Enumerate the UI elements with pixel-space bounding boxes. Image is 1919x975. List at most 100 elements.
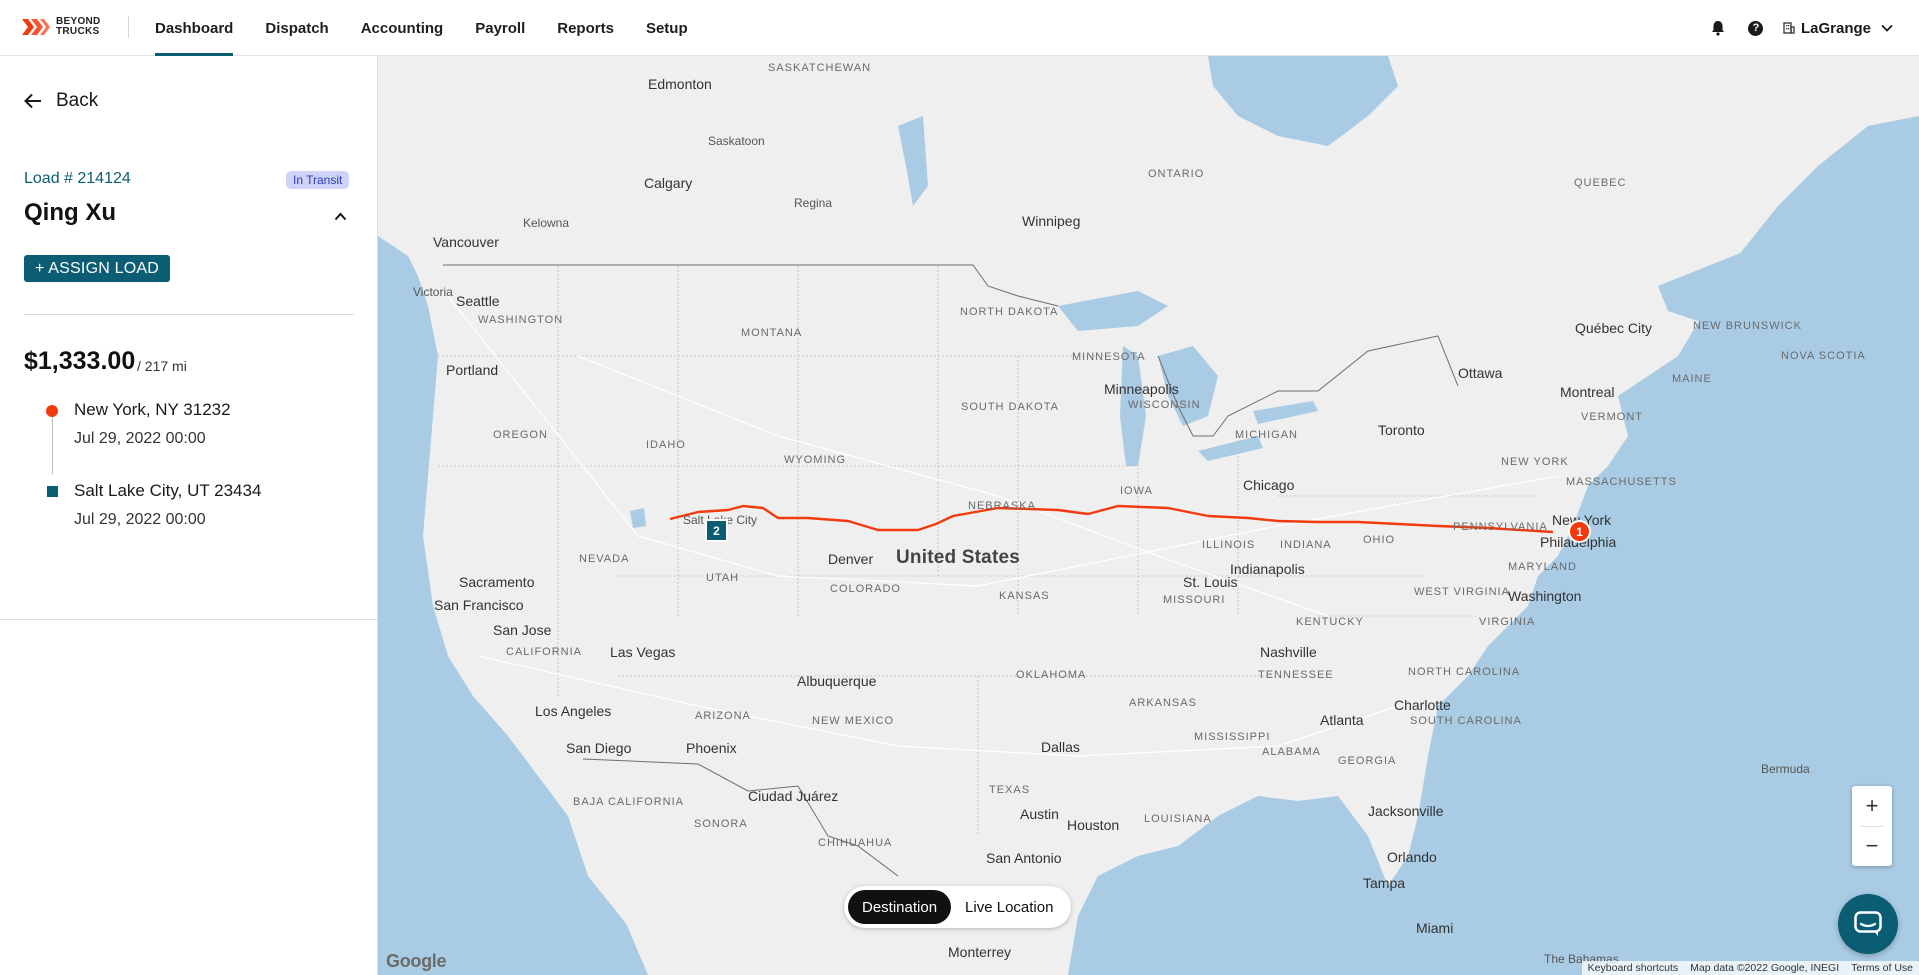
map-label-indiana: INDIANA: [1280, 539, 1332, 551]
destination-toggle[interactable]: Destination: [848, 890, 952, 924]
map-label-south-dakota: SOUTH DAKOTA: [961, 401, 1059, 413]
building-icon: [1783, 22, 1795, 34]
collapse-button[interactable]: [334, 208, 347, 226]
help-icon[interactable]: ?: [1747, 19, 1765, 37]
map-label-utah: UTAH: [706, 572, 740, 584]
map-label-new-mexico: NEW MEXICO: [812, 715, 895, 727]
load-distance: / 217 mi: [137, 358, 187, 374]
map-label-toronto: Toronto: [1378, 422, 1425, 438]
google-logo: Google: [386, 951, 447, 971]
map-label-las-vegas: Las Vegas: [610, 644, 676, 660]
panel-bottom-divider: [0, 619, 378, 620]
nav-payroll[interactable]: Payroll: [459, 0, 541, 56]
map-label-louisiana: LOUISIANA: [1144, 813, 1212, 825]
map-label-chihuahua: CHIHUAHUA: [818, 837, 893, 849]
status-badge: In Transit: [286, 171, 350, 189]
map-label-edmonton: Edmonton: [648, 76, 712, 92]
map-label-indianapolis: Indianapolis: [1230, 561, 1305, 577]
map-label-oklahoma: OKLAHOMA: [1016, 669, 1087, 681]
origin-stop-dot-icon: [46, 405, 58, 417]
map-label-arizona: ARIZONA: [695, 710, 751, 722]
map-label-united-states: United States: [896, 547, 1021, 568]
map-label-georgia: GEORGIA: [1338, 755, 1397, 767]
back-button[interactable]: Back: [24, 90, 98, 112]
header-actions: ? LaGrange: [1689, 0, 1893, 56]
map-label-maine: MAINE: [1672, 373, 1712, 385]
chevron-down-icon: [1881, 24, 1893, 32]
map-label-wisconsin: WISCONSIN: [1128, 399, 1201, 411]
load-price: $1,333.00: [24, 347, 136, 375]
map-label-san-jose: San Jose: [493, 622, 552, 638]
map-label-colorado: COLORADO: [830, 583, 901, 595]
map-data-credit: Map data ©2022 Google, INEGI: [1690, 962, 1840, 974]
map-label-vancouver: Vancouver: [433, 234, 499, 250]
brand-logo-mark-icon: [22, 19, 50, 35]
map-label-chicago: Chicago: [1243, 477, 1295, 493]
map-label-st-louis: St. Louis: [1183, 574, 1238, 590]
nav-dispatch[interactable]: Dispatch: [249, 0, 344, 56]
map-label-saskatoon: Saskatoon: [708, 134, 765, 148]
map-label-nevada: NEVADA: [579, 553, 630, 565]
map-label-dallas: Dallas: [1041, 739, 1080, 755]
map-attribution: Keyboard shortcuts Map data ©2022 Google…: [1581, 961, 1919, 975]
map-label-ontario: ONTARIO: [1148, 168, 1205, 180]
nav-setup[interactable]: Setup: [630, 0, 704, 56]
back-label: Back: [56, 90, 99, 111]
map-label-phoenix: Phoenix: [686, 740, 737, 756]
map-label-new-york-state: NEW YORK: [1501, 456, 1569, 468]
keyboard-shortcuts-link[interactable]: Keyboard shortcuts: [1582, 961, 1684, 975]
map-label-saskatchewan: SASKATCHEWAN: [768, 62, 872, 74]
chevron-up-icon: [334, 212, 347, 221]
map-label-winnipeg: Winnipeg: [1022, 213, 1081, 229]
map-label-regina: Regina: [794, 196, 833, 210]
destination-marker[interactable]: 2: [705, 519, 728, 542]
map-label-nashville: Nashville: [1260, 644, 1317, 660]
brand-line-2: TRUCKS: [56, 26, 100, 37]
map-label-miami: Miami: [1416, 920, 1454, 936]
map-label-montreal: Montreal: [1560, 384, 1615, 400]
route-map[interactable]: Edmonton Saskatoon Calgary Regina Winnip…: [378, 56, 1919, 975]
map-label-kelowna: Kelowna: [523, 216, 570, 230]
map-label-wyoming: WYOMING: [784, 454, 846, 466]
support-chat-button[interactable]: [1838, 894, 1898, 954]
load-number: Load # 214124: [24, 170, 131, 187]
panel-divider: [24, 314, 354, 315]
map-label-portland: Portland: [446, 362, 499, 378]
assign-load-button[interactable]: + ASSIGN LOAD: [24, 255, 170, 282]
load-detail-panel: Back Load # 214124 In Transit Qing Xu + …: [0, 56, 378, 975]
nav-accounting[interactable]: Accounting: [345, 0, 460, 56]
map-label-ottawa: Ottawa: [1458, 365, 1503, 381]
map-label-montana: MONTANA: [741, 327, 803, 339]
notifications-bell-icon[interactable]: [1709, 19, 1727, 37]
map-label-mississippi: MISSISSIPPI: [1194, 731, 1271, 743]
map-label-idaho: IDAHO: [646, 439, 686, 451]
map-label-charlotte: Charlotte: [1394, 697, 1451, 713]
map-label-north-carolina: NORTH CAROLINA: [1408, 666, 1521, 678]
origin-marker[interactable]: 1: [1568, 520, 1591, 543]
brand-logo[interactable]: BEYOND TRUCKS: [22, 17, 101, 37]
origin-date: Jul 29, 2022 00:00: [74, 430, 206, 447]
map-label-calgary: Calgary: [644, 175, 693, 191]
map-label-denver: Denver: [828, 551, 874, 567]
organization-switcher[interactable]: LaGrange: [1783, 20, 1893, 37]
terms-of-use-link[interactable]: Terms of Use: [1845, 961, 1919, 975]
zoom-out-button[interactable]: −: [1852, 826, 1892, 866]
zoom-in-button[interactable]: +: [1852, 786, 1892, 826]
map-label-sacramento: Sacramento: [459, 574, 535, 590]
organization-name: LaGrange: [1800, 19, 1871, 37]
chat-icon: [1854, 911, 1882, 936]
map-label-texas: TEXAS: [989, 784, 1031, 796]
destination-date: Jul 29, 2022 00:00: [74, 511, 206, 528]
map-label-illinois: ILLINOIS: [1202, 539, 1256, 551]
map-label-victoria: Victoria: [413, 285, 453, 299]
map-label-albuquerque: Albuquerque: [797, 673, 877, 689]
map-label-washington: Washington: [1508, 588, 1582, 604]
nav-reports[interactable]: Reports: [541, 0, 630, 56]
nav-dashboard[interactable]: Dashboard: [139, 0, 249, 56]
map-label-massachusetts: MASSACHUSETTS: [1566, 476, 1677, 488]
map-label-oregon: OREGON: [493, 429, 548, 441]
map-label-minnesota: MINNESOTA: [1072, 351, 1146, 363]
map-label-new-brunswick: NEW BRUNSWICK: [1693, 320, 1802, 332]
map-label-orlando: Orlando: [1387, 849, 1437, 865]
live-location-toggle[interactable]: Live Location: [951, 890, 1067, 924]
